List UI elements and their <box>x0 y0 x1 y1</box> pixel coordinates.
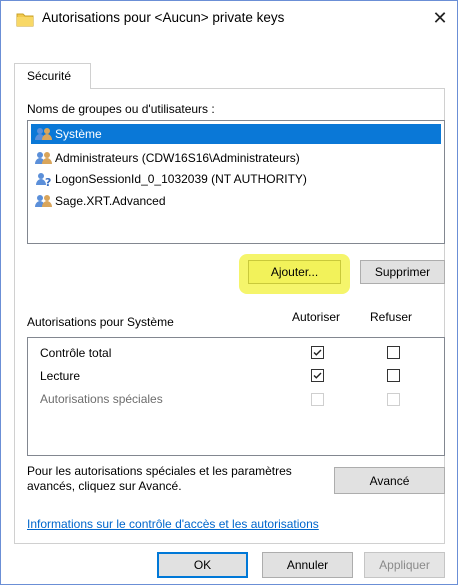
tab-securite[interactable]: Sécurité <box>14 63 91 89</box>
add-button-label: Ajouter... <box>270 265 319 279</box>
add-button[interactable]: Ajouter... <box>248 260 341 284</box>
list-item[interactable]: Administrateurs (CDW16S16\Administrateur… <box>31 148 441 168</box>
allow-checkbox-special <box>311 393 324 406</box>
permission-label: Lecture <box>40 369 81 383</box>
check-icon <box>313 372 322 379</box>
cancel-button-label: Annuler <box>286 558 329 572</box>
allow-checkbox-full-control[interactable] <box>311 346 324 359</box>
close-button[interactable]: ✕ <box>425 3 455 33</box>
deny-checkbox-full-control[interactable] <box>387 346 400 359</box>
dialog-window: Autorisations pour <Aucun> private keys … <box>0 0 458 585</box>
apply-button-label: Appliquer <box>379 558 430 572</box>
user-label: LogonSessionId_0_1032039 (NT AUTHORITY) <box>55 172 307 186</box>
permission-label: Autorisations spéciales <box>40 392 163 406</box>
close-icon: ✕ <box>432 7 448 28</box>
users-icon <box>35 152 52 164</box>
list-item[interactable]: ? LogonSessionId_0_1032039 (NT AUTHORITY… <box>31 169 441 189</box>
window-title: Autorisations pour <Aucun> private keys <box>42 10 285 25</box>
folder-icon <box>16 13 34 27</box>
users-icon <box>35 128 52 140</box>
title-bar[interactable]: Autorisations pour <Aucun> private keys … <box>1 1 457 35</box>
groups-label: Noms de groupes ou d'utilisateurs : <box>27 102 215 116</box>
list-item[interactable]: Sage.XRT.Advanced <box>31 191 441 211</box>
users-listbox[interactable]: Système Administrateurs (CDW16S16\Admini… <box>27 120 445 244</box>
remove-button[interactable]: Supprimer <box>360 260 445 284</box>
users-icon <box>35 195 52 207</box>
check-icon <box>313 349 322 356</box>
list-item[interactable]: Système <box>31 124 441 144</box>
remove-button-label: Supprimer <box>374 265 431 279</box>
user-label: Système <box>55 127 102 141</box>
allow-checkbox-read[interactable] <box>311 369 324 382</box>
apply-button: Appliquer <box>364 552 445 578</box>
unknown-user-icon: ? <box>36 173 51 187</box>
deny-header: Refuser <box>370 310 413 324</box>
user-label: Administrateurs (CDW16S16\Administrateur… <box>55 151 300 165</box>
user-label: Sage.XRT.Advanced <box>55 194 166 208</box>
permission-label: Contrôle total <box>40 346 112 360</box>
deny-checkbox-special <box>387 393 400 406</box>
permissions-title: Autorisations pour Système <box>27 315 174 329</box>
advanced-button-label: Avancé <box>369 473 410 488</box>
cancel-button[interactable]: Annuler <box>262 552 353 578</box>
ok-button[interactable]: OK <box>157 552 248 578</box>
deny-checkbox-read[interactable] <box>387 369 400 382</box>
allow-header: Autoriser <box>292 310 341 324</box>
tab-label: Sécurité <box>27 69 72 83</box>
advanced-info-text: Pour les autorisations spéciales et les … <box>27 464 292 493</box>
ok-button-label: OK <box>193 558 212 572</box>
permissions-list: Contrôle total Lecture Autorisations spé… <box>27 337 445 456</box>
advanced-button[interactable]: Avancé <box>334 467 445 494</box>
svg-text:?: ? <box>45 176 51 187</box>
access-control-info-link[interactable]: Informations sur le contrôle d'accès et … <box>27 517 319 531</box>
